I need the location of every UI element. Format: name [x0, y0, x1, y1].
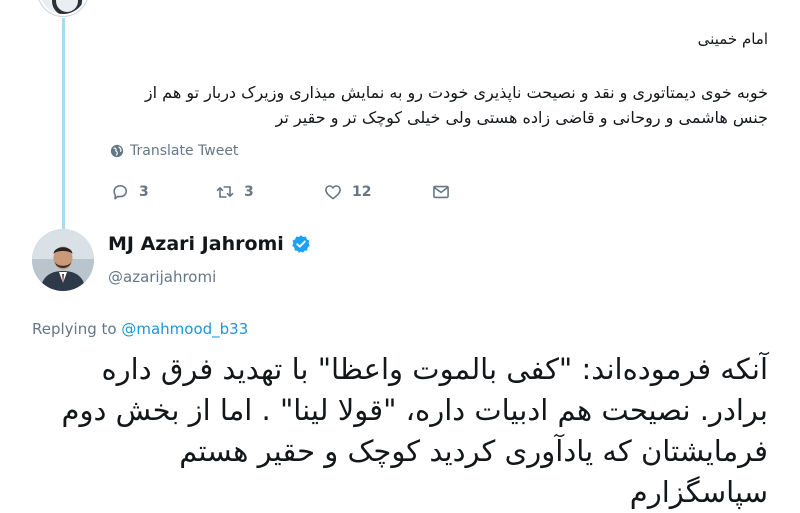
like-button[interactable]: 12	[323, 182, 431, 202]
like-icon	[325, 185, 341, 200]
replying-prefix: Replying to	[32, 320, 117, 338]
tweet-body: خوبه خوی دیمتاتوری و نقد و نصیحت ناپذیری…	[144, 83, 768, 127]
globe-icon	[110, 144, 124, 158]
author-name[interactable]: MJ Azari Jahromi	[108, 233, 284, 255]
tweet-author-text: امام خمینی	[697, 30, 768, 48]
replying-mention-link[interactable]: @mahmood_b33	[121, 320, 248, 338]
translate-tweet-button[interactable]: Translate Tweet	[110, 141, 238, 161]
avatar-image	[32, 229, 94, 291]
previous-tweet-avatar[interactable]	[38, 0, 88, 16]
reply-icon	[113, 184, 128, 200]
author-avatar[interactable]	[32, 229, 94, 291]
direct-message-button[interactable]	[431, 182, 471, 202]
reply-count: 3	[139, 184, 149, 200]
author-handle[interactable]: @azarijahromi	[108, 268, 216, 286]
replying-to: Replying to @mahmood_b33	[32, 320, 248, 338]
translate-label: Translate Tweet	[130, 143, 239, 159]
verified-badge-icon	[292, 235, 310, 253]
direct-message-icon	[433, 185, 449, 199]
retweet-icon	[216, 186, 234, 198]
retweet-button[interactable]: 3	[215, 182, 323, 202]
thread-line	[62, 18, 65, 230]
reply-button[interactable]: 3	[110, 182, 215, 202]
tweet-actions: 3 3 12	[110, 180, 471, 204]
retweet-count: 3	[244, 184, 254, 200]
tweet-main-text: آنکه فرموده‌اند: "کفی بالموت واعظا" با ت…	[61, 352, 768, 509]
like-count: 12	[352, 184, 372, 200]
author-name-row: MJ Azari Jahromi	[108, 233, 311, 255]
